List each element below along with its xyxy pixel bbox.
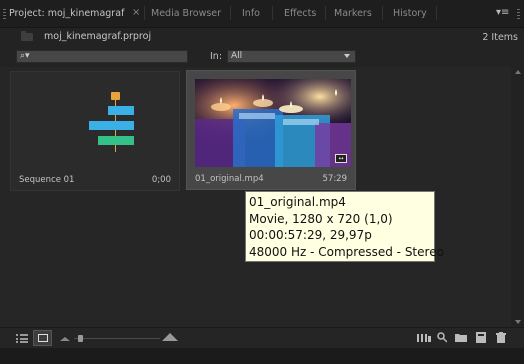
project-item-video[interactable]: ↔ 01_original.mp4 57:29 [186,70,356,190]
zoom-out-icon[interactable] [60,334,70,342]
candles-image [195,79,351,167]
bin-icon [21,31,33,41]
close-tab-icon[interactable]: × [132,7,140,18]
vertical-scrollbar[interactable] [511,67,524,327]
tab-project[interactable]: Project: moj_kinemagraf [9,8,124,22]
playhead-icon [111,92,120,100]
panel-footer [0,348,524,364]
new-item-icon[interactable] [476,332,486,343]
in-filter-dropdown[interactable]: All [227,50,356,63]
item-duration: 57:29 [322,174,348,184]
tab-history[interactable]: History [393,8,427,22]
automate-to-sequence-icon[interactable] [417,334,431,342]
item-info-tooltip: 01_original.mp4 Movie, 1280 x 720 (1,0) … [245,191,444,262]
tab-info[interactable]: Info [242,8,260,22]
search-icon[interactable]: ⌕▾ [20,51,30,61]
bottom-toolbar [0,327,524,348]
sequence-clip-bar [98,121,134,130]
sequence-thumbnail[interactable] [18,79,174,167]
list-view-icon[interactable] [16,333,28,343]
zoom-in-icon[interactable] [162,332,178,342]
item-duration: 0;00 [151,175,171,185]
items-count: 2 Items [482,32,518,43]
video-audio-badge-icon: ↔ [335,154,347,163]
panel-menu-icon[interactable]: ▾≡ [496,7,509,18]
tab-divider [382,6,383,20]
zoom-slider-handle[interactable] [78,335,83,342]
project-file-name: moj_kinemagraf.prproj [44,31,152,42]
tab-markers[interactable]: Markers [334,8,372,22]
panel-grip-icon[interactable] [517,9,520,19]
panel-grip-icon[interactable] [3,9,6,19]
chevron-down-icon [344,54,350,58]
item-name: Sequence 01 [19,175,75,185]
project-path-row: moj_kinemagraf.prproj 2 Items [0,28,524,46]
tab-divider [325,6,326,20]
tooltip-line: 01_original.mp4 [249,195,346,209]
find-icon[interactable] [437,332,447,343]
zoom-slider[interactable] [74,338,160,339]
tooltip-line: 00:00:57:29, 29,97p [249,228,372,242]
video-thumbnail[interactable]: ↔ [195,79,351,167]
tooltip-line: Movie, 1280 x 720 (1,0) [249,211,393,226]
sequence-clip-bar [108,106,134,115]
panel-tab-bar: Project: moj_kinemagraf × Media Browser … [0,0,524,28]
tab-divider [272,6,273,20]
item-name: 01_original.mp4 [195,174,264,184]
new-bin-icon[interactable] [455,333,467,342]
tab-divider [144,6,145,20]
tooltip-line: 48000 Hz - Compressed - Stereo [249,244,444,259]
tab-media-browser[interactable]: Media Browser [151,8,221,22]
tab-divider [436,6,437,20]
icon-view-icon [38,334,48,342]
sequence-clip-bar [98,136,134,145]
search-input[interactable]: ⌕▾ [16,50,188,63]
scroll-up-icon[interactable] [515,70,521,74]
search-row: ⌕▾ In: All [0,46,524,67]
scroll-down-icon[interactable] [515,320,521,324]
icon-view-button[interactable] [33,330,52,346]
trash-icon[interactable] [496,332,506,343]
tab-divider [230,6,231,20]
project-item-sequence[interactable]: Sequence 01 0;00 [10,71,180,191]
tab-effects[interactable]: Effects [284,8,316,22]
in-filter-value: All [231,51,243,61]
in-label: In: [210,51,223,62]
